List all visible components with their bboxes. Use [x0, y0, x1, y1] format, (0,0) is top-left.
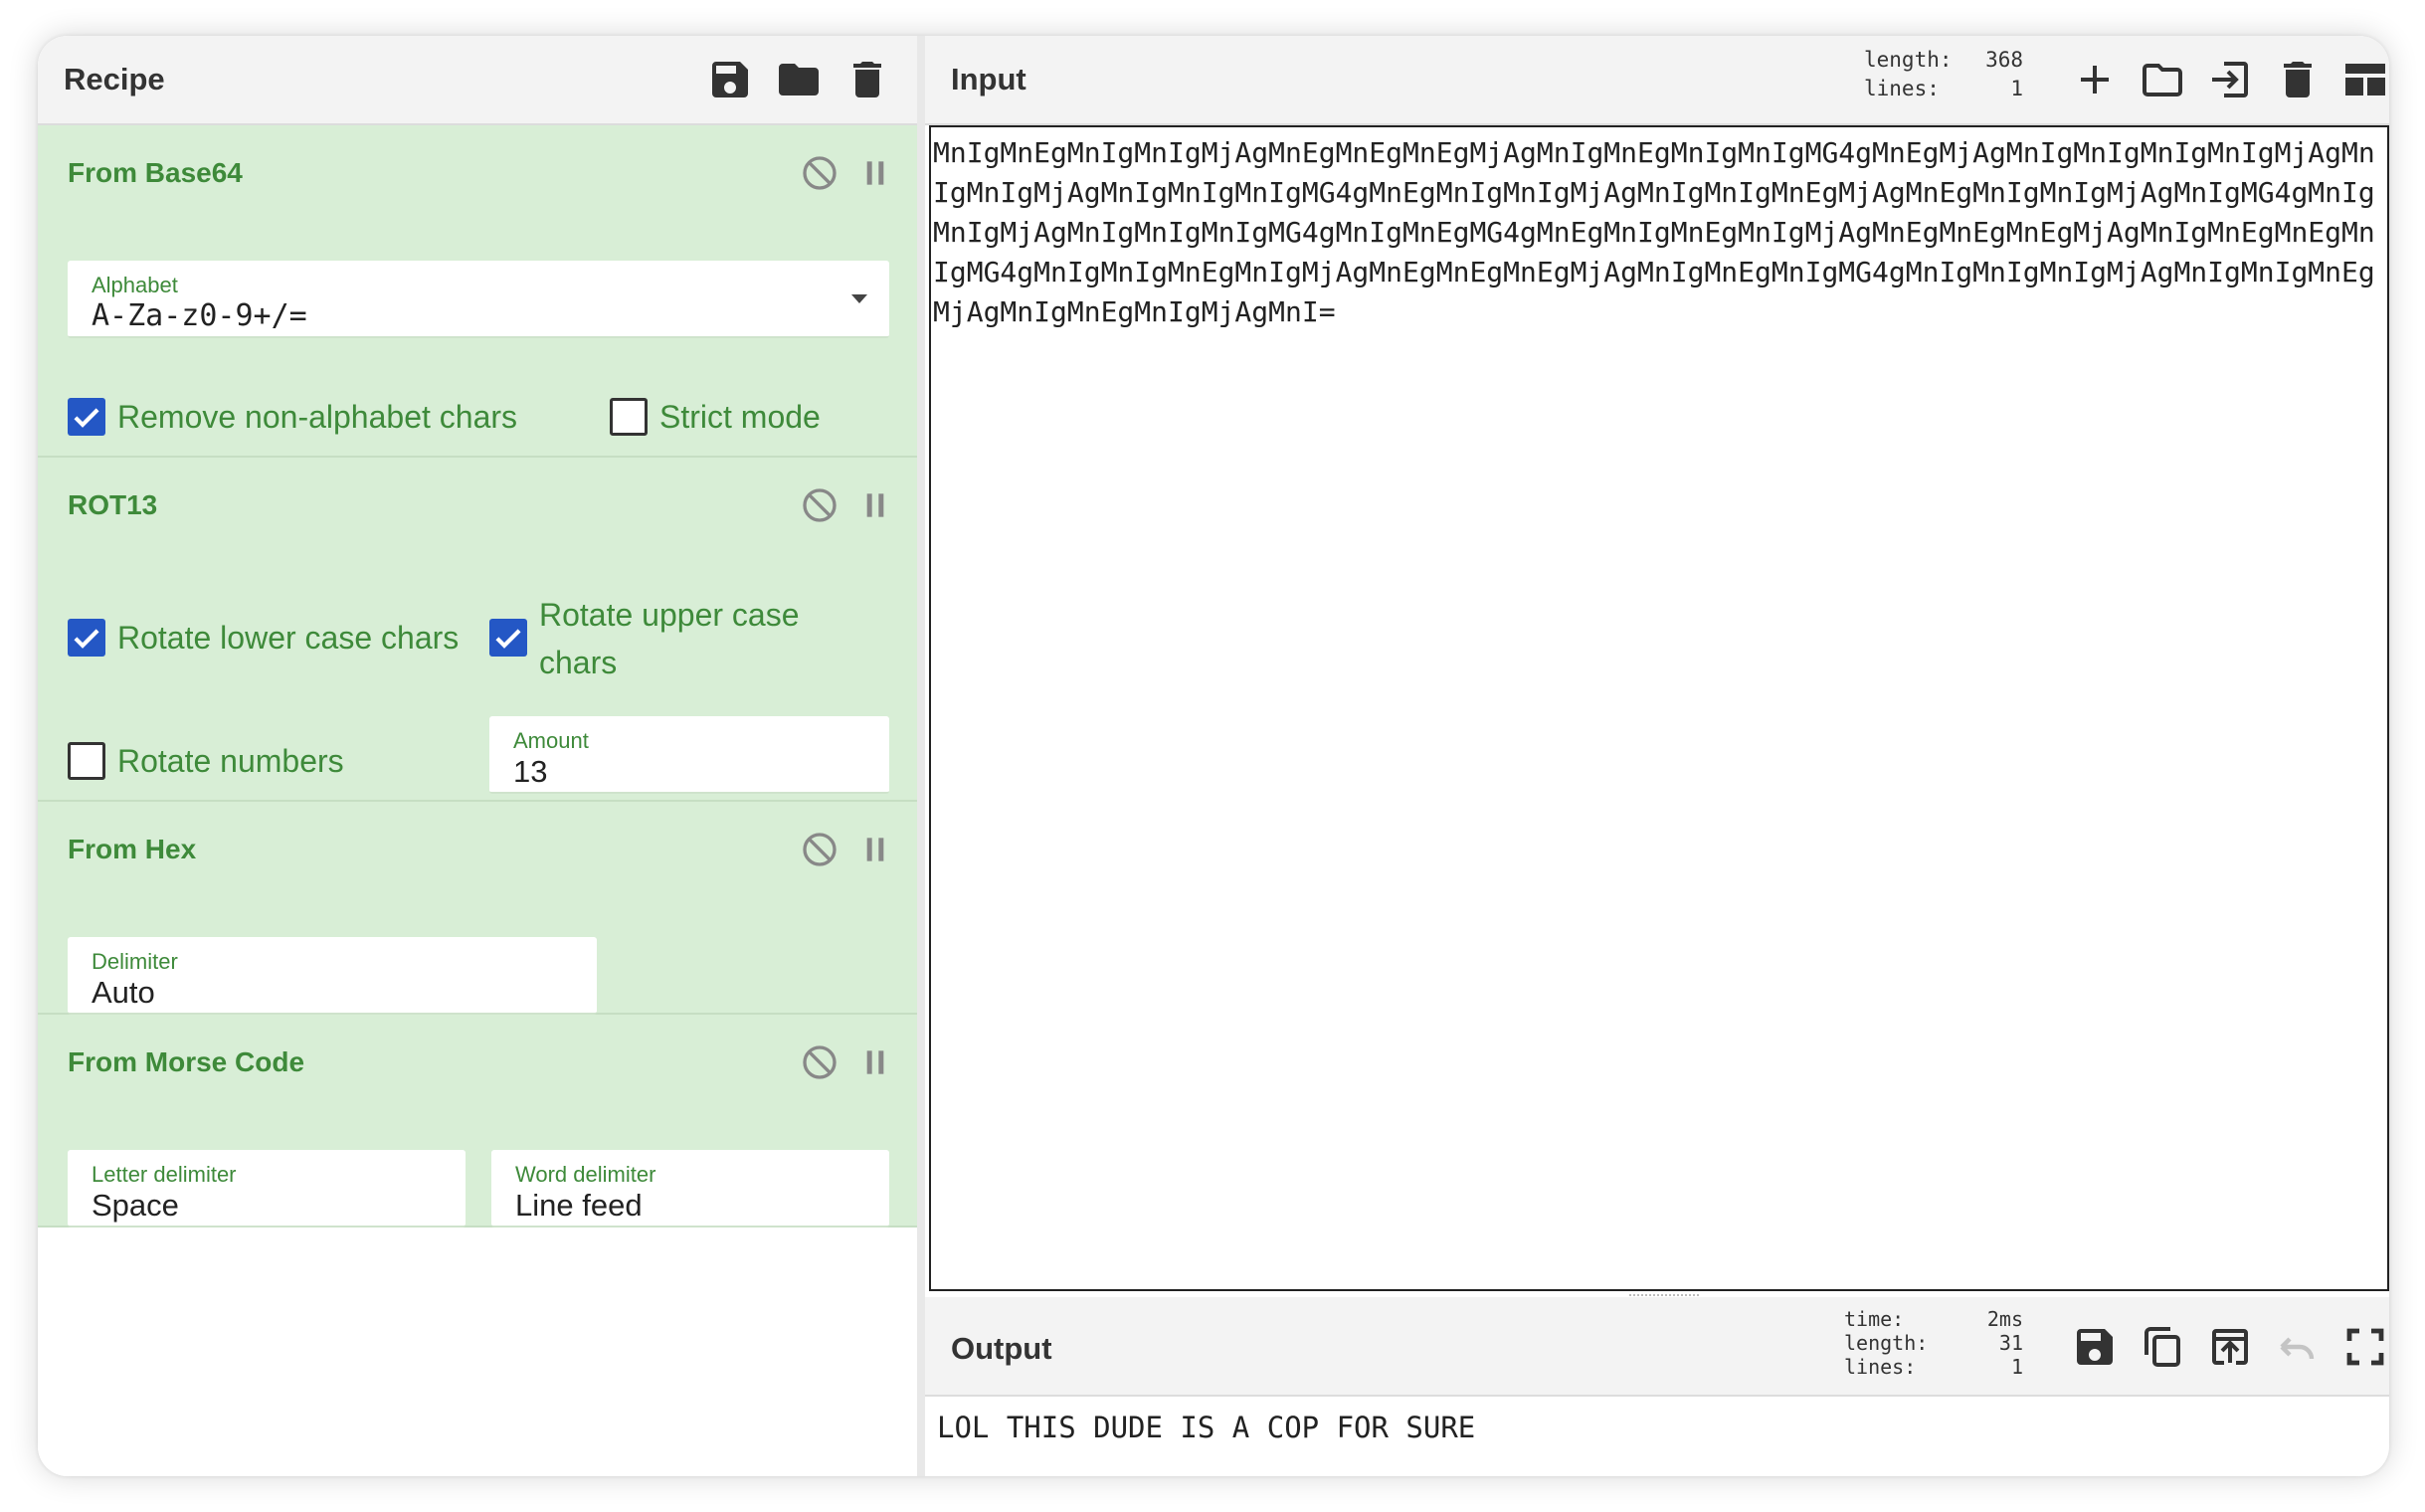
- stat-value: 31: [1998, 1331, 2023, 1355]
- remove-non-alphabet-checkbox[interactable]: Remove non-alphabet chars: [68, 398, 517, 441]
- operation-rot13[interactable]: ROT13 Rotate lower case chars Rotate upp…: [38, 458, 917, 802]
- operation-from-base64[interactable]: From Base64 Alphabet A-Za-z0-9+/= Remove…: [38, 125, 917, 458]
- operation-title: From Hex: [68, 834, 197, 864]
- input-header: Input length: 368 lines: 1: [925, 36, 2389, 125]
- field-label: Amount: [513, 728, 589, 753]
- field-value: Auto: [92, 975, 155, 1010]
- stat-key: length:: [1864, 48, 1953, 72]
- field-value: 13: [513, 754, 548, 789]
- checkbox-checked-icon: [68, 398, 105, 436]
- maximize-icon[interactable]: [2341, 1323, 2389, 1371]
- operation-title: From Morse Code: [68, 1046, 305, 1077]
- stat-key: length:: [1844, 1331, 1929, 1355]
- recipe-pane: Recipe From Base64 Alphabet A-Za-z0-9+/=…: [38, 36, 917, 1476]
- checkbox-label: Remove non-alphabet chars: [117, 399, 518, 435]
- disable-icon[interactable]: [800, 1042, 839, 1082]
- stat-key: lines:: [1844, 1355, 1917, 1379]
- input-textarea[interactable]: MnIgMnEgMnIgMnIgMjAgMnEgMnEgMnEgMjAgMnIg…: [929, 125, 2389, 1291]
- output-pane: Output time: 2ms length: 31 lines: 1 LOL…: [925, 1297, 2389, 1476]
- pause-icon[interactable]: [855, 485, 895, 525]
- field-label: Letter delimiter: [92, 1162, 237, 1187]
- input-pane: Input length: 368 lines: 1 MnIgMnEgMnIgMnI…: [925, 36, 2389, 1291]
- save-icon[interactable]: [706, 56, 754, 103]
- operation-from-morse-code[interactable]: From Morse Code Letter delimiter Space W…: [38, 1015, 917, 1228]
- pane-divider[interactable]: [917, 36, 925, 1476]
- field-label: Word delimiter: [515, 1162, 656, 1187]
- stat-value: 368: [1985, 48, 2023, 72]
- input-title: Input: [951, 62, 1026, 96]
- operation-from-hex[interactable]: From Hex Delimiter Auto: [38, 802, 917, 1015]
- folder-icon[interactable]: [775, 56, 823, 103]
- checkbox-label: Strict mode: [659, 399, 821, 435]
- checkbox-unchecked-icon: [68, 742, 105, 780]
- rotate-lower-checkbox[interactable]: Rotate lower case chars: [68, 619, 459, 662]
- field-label: Delimiter: [92, 949, 178, 974]
- layout-icon[interactable]: [2341, 56, 2389, 103]
- trash-icon[interactable]: [2274, 56, 2322, 103]
- rotate-numbers-checkbox[interactable]: Rotate numbers: [68, 742, 344, 785]
- output-title: Output: [951, 1331, 1052, 1366]
- rotate-upper-checkbox[interactable]: Rotate upper case chars: [489, 597, 800, 686]
- checkbox-label: Rotate numbers: [117, 743, 344, 779]
- copy-icon[interactable]: [2139, 1323, 2186, 1371]
- field-label: Alphabet: [92, 273, 178, 297]
- checkbox-label: Rotate upper case chars: [539, 591, 800, 686]
- stat-value: 1: [2010, 1355, 2023, 1379]
- pause-icon[interactable]: [855, 830, 895, 869]
- word-delimiter-input[interactable]: Word delimiter Line feed: [491, 1150, 889, 1228]
- letter-delimiter-input[interactable]: Letter delimiter Space: [68, 1150, 466, 1228]
- input-stats: length: 368 lines: 1: [1864, 46, 2023, 103]
- field-value: A-Za-z0-9+/=: [92, 298, 307, 333]
- alphabet-dropdown[interactable]: Alphabet A-Za-z0-9+/=: [68, 261, 889, 338]
- save-icon[interactable]: [2071, 1323, 2119, 1371]
- pause-icon[interactable]: [855, 153, 895, 193]
- trash-icon[interactable]: [843, 56, 891, 103]
- delimiter-input[interactable]: Delimiter Auto: [68, 937, 597, 1015]
- checkbox-label: Rotate lower case chars: [117, 620, 460, 656]
- undo-icon[interactable]: [2274, 1323, 2322, 1371]
- disable-icon[interactable]: [800, 153, 839, 193]
- output-stats: time: 2ms length: 31 lines: 1: [1844, 1307, 2023, 1379]
- folder-icon[interactable]: [2139, 56, 2186, 103]
- disable-icon[interactable]: [800, 485, 839, 525]
- field-value: Space: [92, 1188, 179, 1223]
- stat-key: time:: [1844, 1307, 1905, 1331]
- stat-key: lines:: [1864, 77, 1940, 100]
- pause-icon[interactable]: [855, 1042, 895, 1082]
- checkbox-unchecked-icon: [610, 398, 648, 436]
- field-value: Line feed: [515, 1188, 643, 1223]
- stat-value: 1: [2010, 77, 2023, 100]
- plus-icon[interactable]: [2071, 56, 2119, 103]
- app-window: Recipe From Base64 Alphabet A-Za-z0-9+/=…: [38, 36, 2389, 1476]
- strict-mode-checkbox[interactable]: Strict mode: [610, 398, 821, 441]
- replace-input-icon[interactable]: [2206, 1323, 2254, 1371]
- disable-icon[interactable]: [800, 830, 839, 869]
- checkbox-label-line: Rotate upper case: [539, 597, 800, 633]
- checkbox-checked-icon: [489, 619, 527, 657]
- operation-title: ROT13: [68, 489, 158, 520]
- stat-value: 2ms: [1986, 1307, 2023, 1331]
- import-icon[interactable]: [2206, 56, 2254, 103]
- operation-title: From Base64: [68, 157, 243, 188]
- recipe-title: Recipe: [64, 62, 165, 96]
- output-text[interactable]: LOL THIS DUDE IS A COP FOR SURE: [937, 1411, 1475, 1444]
- amount-input[interactable]: Amount 13: [489, 716, 889, 794]
- recipe-header: Recipe: [38, 36, 917, 125]
- output-header: Output time: 2ms length: 31 lines: 1: [925, 1297, 2389, 1397]
- checkbox-label-line: chars: [539, 645, 618, 680]
- checkbox-checked-icon: [68, 619, 105, 657]
- chevron-down-icon: [851, 294, 867, 303]
